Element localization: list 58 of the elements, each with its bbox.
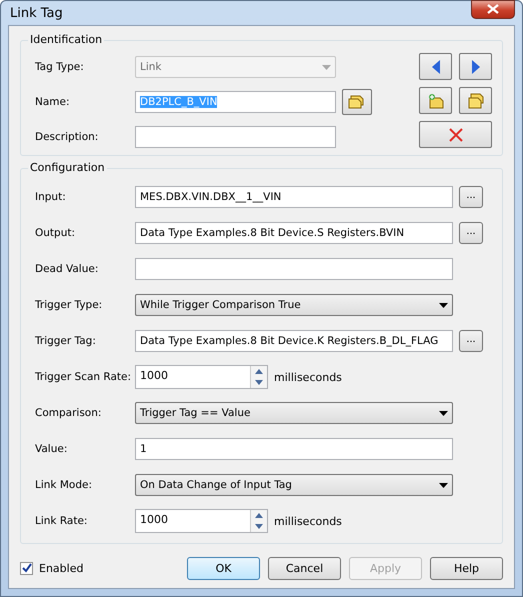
browse-button[interactable]: ...	[459, 222, 483, 244]
text-field[interactable]: Data Type Examples.8 Bit Device.S Registers.BVIN	[135, 222, 453, 244]
left-arrow-icon	[432, 60, 440, 74]
field-label: Tag Type:	[35, 61, 85, 73]
copy-tag-button[interactable]	[459, 87, 492, 114]
tags-icon	[466, 92, 484, 108]
close-icon	[487, 4, 499, 14]
field-label: Trigger Scan Rate:	[35, 371, 132, 383]
dialog-button[interactable]: Cancel	[268, 556, 341, 580]
group-title: Identification	[28, 33, 104, 46]
dropdown[interactable]: Trigger Tag == Value	[135, 402, 453, 424]
caret-icon	[439, 410, 448, 416]
delete-button[interactable]	[419, 121, 492, 148]
field-label: Value:	[35, 443, 68, 455]
text-field[interactable]: MES.DBX.VIN.DBX__1__VIN	[135, 186, 453, 208]
dialog-button[interactable]: Help	[430, 556, 503, 580]
field-label: Link Rate:	[35, 515, 88, 527]
window-title: Link Tag	[9, 6, 63, 20]
dropdown[interactable]: On Data Change of Input Tag	[135, 474, 453, 496]
field-label: Name:	[35, 96, 71, 108]
caret-icon	[439, 302, 448, 308]
field-label: Description:	[35, 131, 100, 143]
dropdown[interactable]: While Trigger Comparison True	[135, 294, 453, 316]
text-field[interactable]	[135, 258, 453, 280]
enabled-checkbox[interactable]: Enabled	[20, 562, 84, 574]
close-button[interactable]	[471, 0, 515, 18]
new-tag-icon	[426, 92, 444, 108]
field-label: Trigger Tag:	[35, 335, 97, 347]
field-label: Trigger Type:	[35, 299, 104, 311]
next-button[interactable]	[459, 53, 492, 80]
number-spinner[interactable]: 1000	[135, 509, 268, 533]
unit-label: milliseconds	[274, 514, 342, 528]
previous-button[interactable]	[419, 53, 452, 80]
field-label: Input:	[35, 191, 67, 203]
delete-icon	[448, 128, 462, 142]
down-arrow-icon	[255, 380, 263, 385]
up-arrow-icon	[255, 513, 263, 518]
unit-label: milliseconds	[274, 370, 342, 384]
group-title: Configuration	[28, 161, 107, 174]
browse-button[interactable]: ...	[459, 186, 483, 208]
text-field[interactable]: Data Type Examples.8 Bit Device.K Registers.B_DL_FLAG	[135, 330, 453, 352]
text-field[interactable]: 1	[135, 438, 453, 460]
up-arrow-icon	[255, 369, 263, 374]
right-arrow-icon	[472, 60, 480, 74]
description-field[interactable]	[135, 126, 336, 148]
new-tag-button[interactable]	[419, 87, 452, 114]
number-spinner[interactable]: 1000	[135, 365, 268, 389]
check-icon	[22, 563, 32, 573]
field-label: Dead Value:	[35, 263, 100, 275]
dialog-button[interactable]: OK	[187, 556, 260, 580]
down-arrow-icon	[255, 524, 263, 529]
field-label: Link Mode:	[35, 479, 93, 491]
tag-browse-button[interactable]	[342, 89, 372, 115]
caret-icon	[439, 482, 448, 488]
browse-button[interactable]: ...	[459, 330, 483, 352]
caret-icon	[322, 64, 331, 70]
field-label: Output:	[35, 227, 76, 239]
field-label: Comparison:	[35, 407, 102, 419]
